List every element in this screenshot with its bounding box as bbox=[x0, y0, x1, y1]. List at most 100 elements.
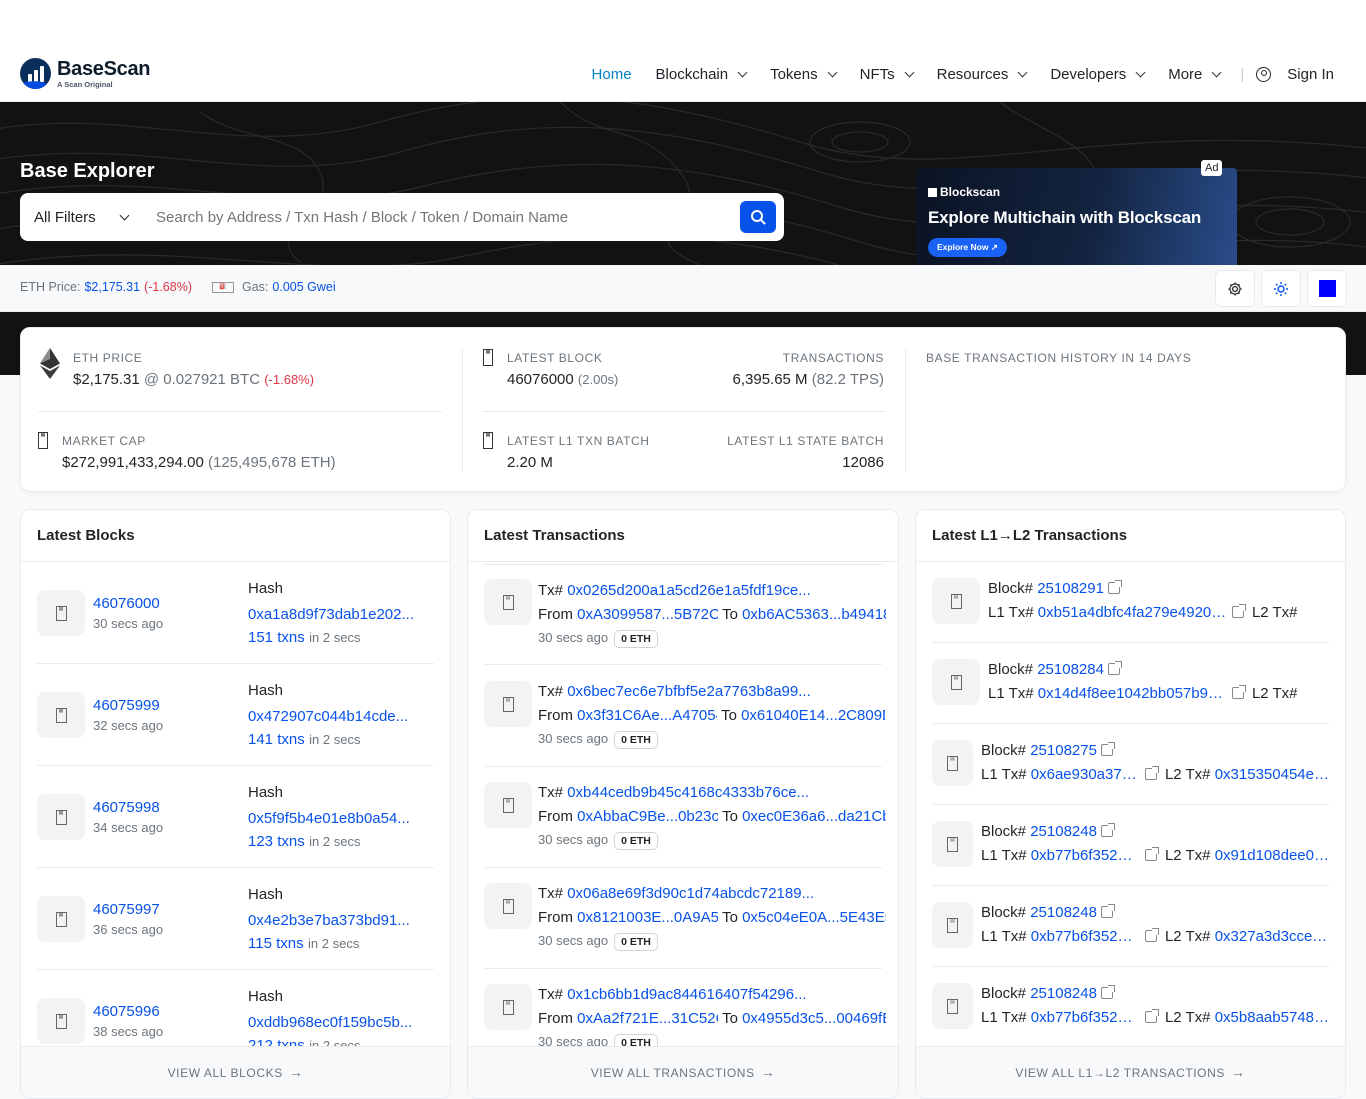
tx-hash-link[interactable]: 0x1cb6bb1d9ac844616407f54296... bbox=[567, 986, 806, 1003]
block-time: in 2 secs bbox=[309, 1038, 361, 1046]
block-number-link[interactable]: 46075996 bbox=[93, 1003, 160, 1020]
block-hash-link[interactable]: 0x4e2b3e7ba373bd91... bbox=[248, 912, 428, 929]
search-input[interactable] bbox=[144, 208, 740, 226]
block-number-link[interactable]: 46075997 bbox=[93, 901, 160, 918]
external-link-icon[interactable] bbox=[1144, 766, 1159, 780]
l1l2-block-link[interactable]: 25108248 bbox=[1030, 904, 1097, 921]
external-link-icon[interactable] bbox=[1144, 928, 1159, 942]
block-row: ▦ 46075998 34 secs ago Hash 0x5f9f5b4e01… bbox=[37, 766, 434, 868]
l1-tx-link[interactable]: 0x6ae930a377... bbox=[1031, 766, 1141, 783]
hero-banner: Base Explorer All Filters Blockscan Expl… bbox=[0, 102, 1366, 265]
l1l2-block-link[interactable]: 25108291 bbox=[1037, 580, 1104, 597]
block-txns-link[interactable]: 141 txns bbox=[248, 731, 305, 748]
block-hash-link[interactable]: 0xddb968ec0f159bc5b... bbox=[248, 1014, 428, 1031]
external-link-icon[interactable] bbox=[1100, 904, 1115, 918]
latest-block-value[interactable]: 46076000 bbox=[507, 371, 574, 388]
external-link-icon[interactable] bbox=[1100, 742, 1115, 756]
tx-hash-link[interactable]: 0x06a8e69f3d90c1d74abcdc72189... bbox=[567, 885, 814, 902]
filter-select[interactable]: All Filters bbox=[20, 209, 144, 226]
l1-tx-link[interactable]: 0xb51a4dbfc4fa279e4920e... bbox=[1038, 604, 1228, 621]
external-link-icon[interactable] bbox=[1144, 847, 1159, 861]
tx-from-link[interactable]: 0xAbbaC9Be...0b23c9 bbox=[577, 808, 718, 825]
transaction-icon: ▤ bbox=[484, 883, 532, 929]
nav-more[interactable]: More bbox=[1168, 64, 1222, 84]
block-row: ▦ 46076000 30 secs ago Hash 0xa1a8d9f73d… bbox=[37, 562, 434, 664]
view-all-l1l2-button[interactable]: VIEW ALL L1→L2 TRANSACTIONS → bbox=[916, 1046, 1345, 1098]
tx-hash-link[interactable]: 0x0265d200a1a5cd26e1a5fdf19ce... bbox=[567, 582, 811, 599]
external-link-icon[interactable] bbox=[1231, 685, 1246, 699]
search-button[interactable] bbox=[740, 201, 776, 233]
l2-tx-link[interactable]: 0x327a3d3cceef... bbox=[1215, 928, 1333, 945]
block-time: in 2 secs bbox=[309, 732, 361, 747]
l1-txn-batch-value[interactable]: 2.20 M bbox=[507, 454, 650, 471]
tx-hash-link[interactable]: 0x6bec7ec6e7bfbf5e2a7763b8a99... bbox=[567, 683, 811, 700]
l1l2-block-link[interactable]: 25108248 bbox=[1030, 985, 1097, 1002]
external-link-icon[interactable] bbox=[1144, 1009, 1159, 1023]
tx-from-link[interactable]: 0x8121003E...0A9A5 bbox=[577, 909, 718, 926]
tx-to-link[interactable]: 0xec0E36a6...da21Cb0 bbox=[742, 808, 886, 825]
eth-price-link[interactable]: $2,175.31 bbox=[84, 280, 140, 294]
external-link-icon[interactable] bbox=[1107, 661, 1122, 675]
tx-value-badge: 0 ETH bbox=[614, 832, 658, 850]
l1l2-block-link[interactable]: 25108284 bbox=[1037, 661, 1104, 678]
block-number-link[interactable]: 46075998 bbox=[93, 799, 160, 816]
l1l2-block-link[interactable]: 25108275 bbox=[1030, 742, 1097, 759]
block-icon: ▦ bbox=[37, 896, 85, 942]
block-number-link[interactable]: 46076000 bbox=[93, 595, 160, 612]
view-all-blocks-button[interactable]: VIEW ALL BLOCKS → bbox=[21, 1046, 450, 1098]
tx-to-link[interactable]: 0xb6AC5363...b49418 bbox=[742, 606, 886, 623]
nav-blockchain[interactable]: Blockchain bbox=[656, 64, 748, 84]
theme-toggle-button[interactable] bbox=[1261, 270, 1301, 307]
block-txns-link[interactable]: 212 txns bbox=[248, 1037, 305, 1046]
block-number-link[interactable]: 46075999 bbox=[93, 697, 160, 714]
tx-from-link[interactable]: 0x3f31C6Ae...A47054 bbox=[577, 707, 717, 724]
transactions-value[interactable]: 6,395.65 M bbox=[733, 371, 808, 388]
block-hash-link[interactable]: 0xa1a8d9f73dab1e202... bbox=[248, 606, 428, 623]
block-hash-link[interactable]: 0x5f9f5b4e01e8b0a54... bbox=[248, 810, 428, 827]
block-txns-link[interactable]: 115 txns bbox=[248, 935, 304, 952]
block-txns-link[interactable]: 123 txns bbox=[248, 833, 305, 850]
block-age: 30 secs ago bbox=[93, 616, 164, 631]
transaction-row: ▤ Tx# 0x0265d200a1a5cd26e1a5fdf19ce... F… bbox=[484, 563, 886, 665]
nav-resources[interactable]: Resources bbox=[937, 64, 1028, 84]
external-link-icon[interactable] bbox=[1231, 604, 1246, 618]
basescan-logo[interactable]: BaseScan A Scan Original bbox=[20, 58, 151, 89]
ethereum-icon bbox=[40, 348, 60, 379]
view-all-transactions-button[interactable]: VIEW ALL TRANSACTIONS → bbox=[468, 1046, 898, 1098]
block-age: 34 secs ago bbox=[93, 820, 164, 835]
sign-in-link[interactable]: Sign In bbox=[1256, 64, 1334, 84]
l1-tx-link[interactable]: 0x14d4f8ee1042bb057b95... bbox=[1038, 685, 1228, 702]
block-hash-link[interactable]: 0x472907c044b14cde... bbox=[248, 708, 428, 725]
block-txns-link[interactable]: 151 txns bbox=[248, 629, 305, 646]
gas-value-link[interactable]: 0.005 Gwei bbox=[272, 280, 335, 294]
tx-to-link[interactable]: 0x61040E14...2C809D bbox=[741, 707, 885, 724]
ad-banner[interactable]: Blockscan Explore Multichain with Blocks… bbox=[917, 168, 1237, 265]
l2-tx-link[interactable]: 0x315350454eb... bbox=[1215, 766, 1333, 783]
ad-explore-button[interactable]: Explore Now ↗ bbox=[928, 238, 1007, 257]
external-link-icon[interactable] bbox=[1107, 580, 1122, 594]
nav-tokens[interactable]: Tokens bbox=[770, 64, 838, 84]
l1-state-batch-value[interactable]: 12086 bbox=[727, 454, 884, 471]
gas-label: Gas: bbox=[241, 280, 269, 294]
l1-tx-link[interactable]: 0xb77b6f352d1... bbox=[1031, 847, 1141, 864]
tx-to-link[interactable]: 0x4955d3c5...00469fE bbox=[742, 1010, 886, 1027]
transaction-icon: ▤ bbox=[932, 659, 980, 705]
tx-from-link[interactable]: 0xAa2f721E...31C52C bbox=[577, 1010, 718, 1027]
external-link-icon[interactable] bbox=[1100, 823, 1115, 837]
eth-price-stat-value[interactable]: $2,175.31 bbox=[73, 371, 140, 388]
l1l2-block-link[interactable]: 25108248 bbox=[1030, 823, 1097, 840]
tx-to-link[interactable]: 0x5c04eE0A...5E43E5 bbox=[742, 909, 886, 926]
nav-nfts[interactable]: NFTs bbox=[860, 64, 915, 84]
nav-developers[interactable]: Developers bbox=[1050, 64, 1146, 84]
tx-from-link[interactable]: 0xA3099587...5B72C2 bbox=[577, 606, 718, 623]
l2-tx-link[interactable]: 0x5b8aab5748c... bbox=[1215, 1009, 1333, 1026]
l2-tx-link[interactable]: 0x91d108dee0d... bbox=[1215, 847, 1333, 864]
external-link-icon[interactable] bbox=[1100, 985, 1115, 999]
logo-subtitle: A Scan Original bbox=[57, 79, 113, 89]
nav-home[interactable]: Home bbox=[592, 64, 632, 84]
network-button[interactable] bbox=[1307, 270, 1347, 307]
l1-tx-link[interactable]: 0xb77b6f352d1... bbox=[1031, 1009, 1141, 1026]
settings-button[interactable] bbox=[1215, 270, 1255, 307]
l1-tx-link[interactable]: 0xb77b6f352d1... bbox=[1031, 928, 1141, 945]
tx-hash-link[interactable]: 0xb44cedb9b45c4168c4333b76ce... bbox=[567, 784, 809, 801]
